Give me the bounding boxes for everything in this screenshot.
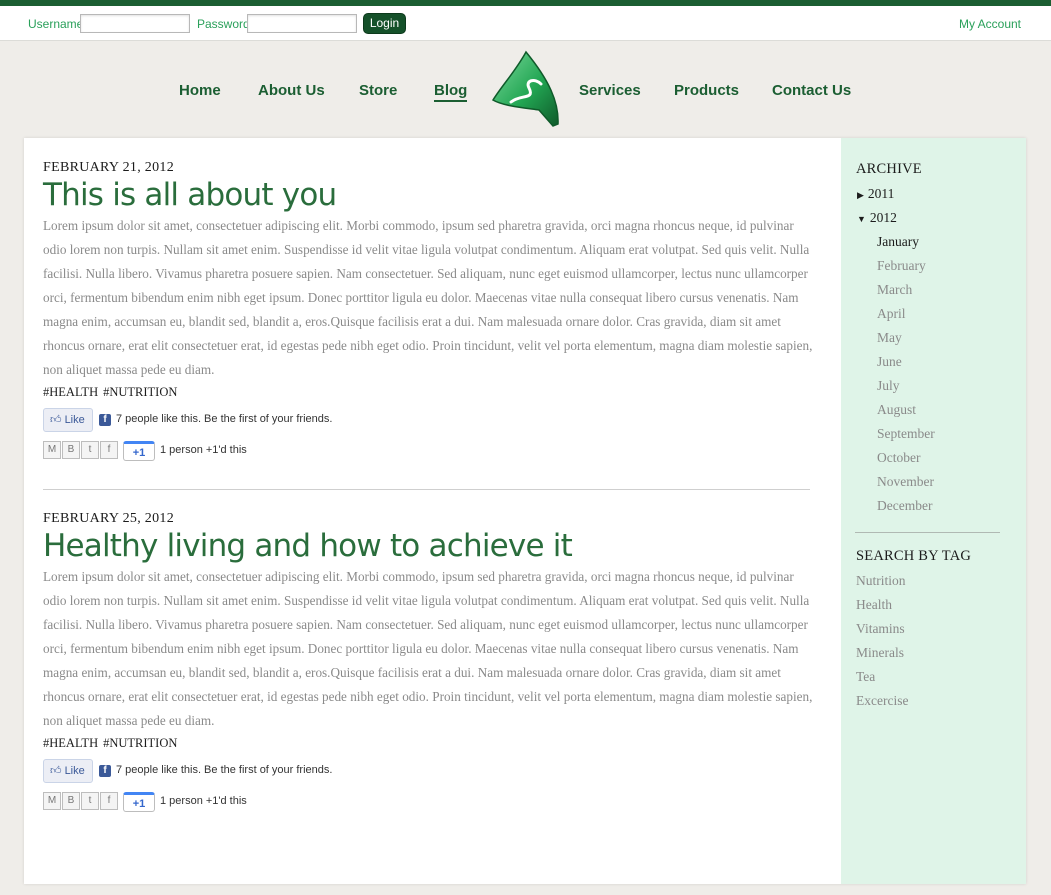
- year-label: 2011: [867, 186, 895, 201]
- facebook-icon: f: [99, 765, 111, 777]
- share-row: M B t f +1 1 person +1'd this: [43, 441, 813, 461]
- post-date: FEBRUARY 21, 2012: [43, 160, 174, 175]
- sidebar-tag-link[interactable]: Tea: [856, 669, 875, 685]
- my-account-link[interactable]: My Account: [959, 17, 1021, 31]
- nav-products[interactable]: Products: [674, 82, 739, 99]
- like-count-text: 7 people like this. Be the first of your…: [116, 764, 333, 776]
- share-row: M B t f +1 1 person +1'd this: [43, 792, 813, 812]
- blog-post: FEBRUARY 25, 2012 Healthy living and how…: [43, 511, 813, 812]
- archive-month[interactable]: March: [877, 282, 912, 298]
- tag-search-heading: SEARCH BY TAG: [856, 548, 972, 564]
- post-body: Lorem ipsum dolor sit amet, consectetuer…: [43, 218, 813, 377]
- facebook-like-button[interactable]: 👍︎ Like: [43, 408, 93, 432]
- archive-month[interactable]: December: [877, 498, 932, 514]
- tag-link[interactable]: #HEALTH: [43, 736, 98, 750]
- like-label: Like: [64, 414, 85, 426]
- like-label: Like: [64, 765, 85, 777]
- sidebar-divider: [855, 532, 1000, 533]
- archive-month[interactable]: October: [877, 450, 920, 466]
- blog-post: FEBRUARY 21, 2012 This is all about you …: [43, 160, 813, 461]
- plus-one-count-text: 1 person +1'd this: [160, 795, 247, 807]
- google-plus-one-button[interactable]: +1: [123, 792, 155, 812]
- facebook-like-row: 👍︎ Like f 7 people like this. Be the fir…: [43, 759, 813, 783]
- google-plus-one-button[interactable]: +1: [123, 441, 155, 461]
- sidebar-tag-link[interactable]: Minerals: [856, 645, 904, 661]
- nav-home[interactable]: Home: [179, 82, 221, 99]
- archive-month[interactable]: November: [877, 474, 934, 490]
- nav-blog[interactable]: Blog: [434, 82, 468, 102]
- gmail-icon[interactable]: M: [43, 441, 61, 459]
- archive-month[interactable]: June: [877, 354, 902, 370]
- post-divider: [43, 489, 810, 490]
- thumbs-up-icon: 👍︎: [50, 765, 62, 777]
- password-input[interactable]: [247, 14, 357, 33]
- triangle-right-icon: ▶: [857, 190, 864, 200]
- username-input[interactable]: [80, 14, 190, 33]
- tag-link[interactable]: #HEALTH: [43, 385, 98, 399]
- archive-month[interactable]: May: [877, 330, 902, 346]
- blogger-icon[interactable]: B: [62, 441, 80, 459]
- facebook-like-row: 👍︎ Like f 7 people like this. Be the fir…: [43, 408, 813, 432]
- tag-link[interactable]: #NUTRITION: [103, 736, 177, 750]
- archive-month[interactable]: April: [877, 306, 906, 322]
- archive-heading: ARCHIVE: [856, 161, 922, 177]
- nav-store[interactable]: Store: [359, 82, 397, 99]
- nav-contact-us[interactable]: Contact Us: [772, 82, 851, 99]
- facebook-icon: f: [99, 414, 111, 426]
- blogger-icon[interactable]: B: [62, 792, 80, 810]
- post-date: FEBRUARY 25, 2012: [43, 511, 174, 526]
- password-label: Password: [197, 17, 250, 31]
- plus-one-count-text: 1 person +1'd this: [160, 444, 247, 456]
- facebook-like-button[interactable]: 👍︎ Like: [43, 759, 93, 783]
- like-count-text: 7 people like this. Be the first of your…: [116, 413, 333, 425]
- archive-month[interactable]: July: [877, 378, 900, 394]
- username-label: Username: [28, 17, 84, 31]
- twitter-icon[interactable]: t: [81, 441, 99, 459]
- post-title[interactable]: This is all about you: [43, 177, 813, 213]
- post-body: Lorem ipsum dolor sit amet, consectetuer…: [43, 569, 813, 728]
- leaf-logo[interactable]: [491, 50, 561, 128]
- thumbs-up-icon: 👍︎: [50, 414, 62, 426]
- archive-month[interactable]: August: [877, 402, 916, 418]
- post-title[interactable]: Healthy living and how to achieve it: [43, 528, 813, 564]
- archive-month[interactable]: September: [877, 426, 935, 442]
- year-label: 2012: [869, 210, 897, 225]
- main-content: FEBRUARY 21, 2012 This is all about you …: [24, 138, 1026, 884]
- triangle-down-icon: ▼: [857, 214, 866, 224]
- post-tags: #HEALTH #NUTRITION: [43, 735, 813, 751]
- nav-services[interactable]: Services: [579, 82, 641, 99]
- facebook-share-icon[interactable]: f: [100, 792, 118, 810]
- sidebar-tag-link[interactable]: Health: [856, 597, 892, 613]
- twitter-icon[interactable]: t: [81, 792, 99, 810]
- archive-year-2011[interactable]: ▶ 2011: [857, 186, 894, 202]
- sidebar: ARCHIVE ▶ 2011 ▼ 2012 January February Mar…: [841, 138, 1026, 884]
- login-button[interactable]: Login: [363, 13, 406, 34]
- gmail-icon[interactable]: M: [43, 792, 61, 810]
- tag-link[interactable]: #NUTRITION: [103, 385, 177, 399]
- sidebar-tag-link[interactable]: Nutrition: [856, 573, 906, 589]
- sidebar-tag-link[interactable]: Vitamins: [856, 621, 905, 637]
- sidebar-tag-link[interactable]: Excercise: [856, 693, 908, 709]
- facebook-share-icon[interactable]: f: [100, 441, 118, 459]
- post-tags: #HEALTH #NUTRITION: [43, 384, 813, 400]
- archive-month[interactable]: January: [877, 234, 919, 250]
- archive-month[interactable]: February: [877, 258, 926, 274]
- nav-about-us[interactable]: About Us: [258, 82, 325, 99]
- archive-year-2012[interactable]: ▼ 2012: [857, 210, 897, 226]
- login-bar: Username Password Login My Account: [0, 6, 1051, 41]
